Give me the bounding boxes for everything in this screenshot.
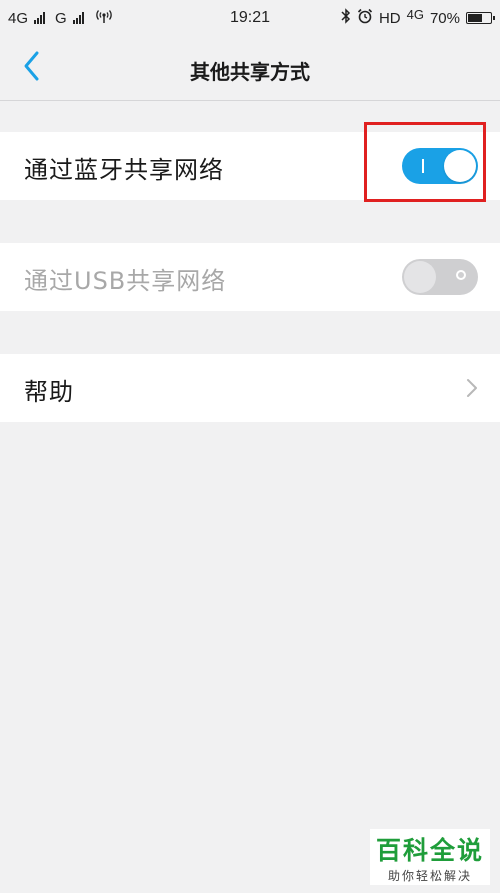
- page-title: 其他共享方式: [190, 60, 310, 84]
- status-right: HD 4G 70%: [341, 6, 495, 28]
- toggle-off-mark: [456, 270, 466, 280]
- bluetooth-sharing-label: 通过蓝牙共享网络: [24, 156, 224, 184]
- help-label: 帮助: [24, 378, 74, 406]
- help-row[interactable]: 帮助: [0, 354, 500, 422]
- toggle-knob: [404, 261, 436, 293]
- status-bar: 4G G 19:21 HD 4G 70%: [0, 0, 500, 36]
- battery-percent: 70%: [429, 9, 460, 27]
- bluetooth-icon: [341, 8, 351, 28]
- network-label-3: 4G: [406, 6, 424, 22]
- hd-label: HD: [378, 9, 401, 27]
- highlight-box: [364, 122, 486, 202]
- alarm-icon: [357, 8, 373, 28]
- watermark-subtitle: 助你轻松解决: [387, 869, 472, 883]
- header: 其他共享方式: [0, 36, 500, 101]
- battery-icon: [466, 12, 495, 24]
- usb-sharing-row: 通过USB共享网络: [0, 243, 500, 311]
- watermark-title: 百科全说: [375, 837, 484, 865]
- usb-sharing-toggle[interactable]: [402, 259, 478, 295]
- chevron-right-icon: [466, 378, 478, 402]
- usb-sharing-label: 通过USB共享网络: [24, 267, 227, 295]
- watermark-logo: 百科全说 助你轻松解决: [370, 829, 490, 885]
